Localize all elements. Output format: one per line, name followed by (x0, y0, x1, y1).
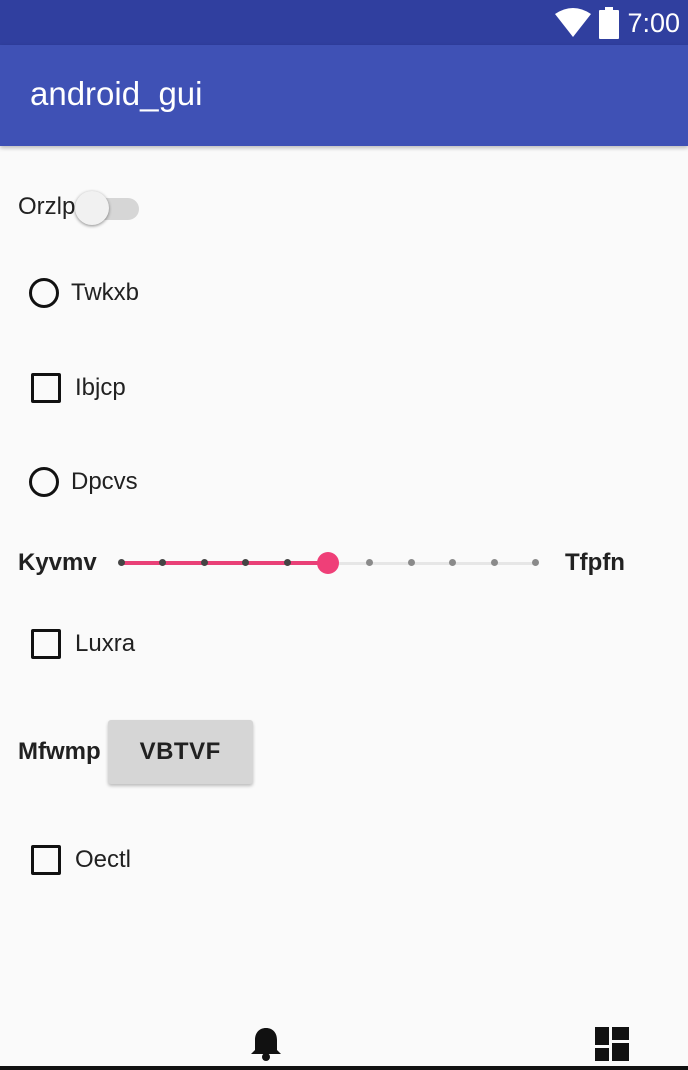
seek-bar[interactable] (118, 552, 539, 574)
checkbox-label: Oectl (75, 846, 132, 873)
slider-max-label: Tfpfn (565, 549, 625, 576)
status-bar: 7:00 (0, 0, 688, 45)
navigation-bar-edge (0, 1066, 688, 1070)
checkbox[interactable] (31, 629, 61, 659)
button-row-label: Mfwmp (18, 738, 101, 765)
toggle-switch[interactable] (75, 188, 140, 226)
vbtvf-button[interactable]: VBTVF (107, 720, 253, 784)
radio-label: Dpcvs (71, 468, 138, 495)
slider-thumb[interactable] (317, 552, 339, 574)
bottom-navigation (0, 1020, 688, 1070)
checkbox[interactable] (31, 845, 61, 875)
slider-tick (532, 559, 539, 566)
dashboard-icon[interactable] (595, 1027, 629, 1061)
slider-tick (200, 559, 208, 566)
slider-tick (118, 559, 125, 566)
radio-button[interactable] (29, 467, 59, 497)
switch-label: Orzlp (18, 193, 76, 220)
checkbox-luxra[interactable]: Luxra (31, 629, 135, 659)
radio-label: Twkxb (71, 279, 140, 306)
content-area: Orzlp Twkxb Ibjcp Dpcvs Kyvmv Tfpfn Luxr… (0, 146, 688, 1036)
checkbox-label: Ibjcp (75, 374, 126, 401)
bell-icon[interactable] (250, 1026, 282, 1062)
slider-tick (490, 559, 498, 566)
checkbox-oectl[interactable]: Oectl (31, 845, 131, 875)
status-icons: 7:00 (555, 6, 680, 40)
radio-button[interactable] (29, 278, 59, 308)
slider-tick (283, 559, 291, 566)
app-title: android_gui (30, 75, 203, 112)
slider-tick (407, 559, 415, 566)
battery-icon (599, 7, 620, 39)
button-row: Mfwmp VBTVF (18, 720, 253, 784)
status-time: 7:00 (627, 7, 680, 38)
radio-dpcvs[interactable]: Dpcvs (29, 467, 138, 497)
checkbox-ibjcp[interactable]: Ibjcp (31, 373, 126, 403)
app-bar: android_gui (0, 45, 688, 146)
slider-fill (121, 561, 328, 565)
checkbox[interactable] (31, 373, 61, 403)
radio-twkxb[interactable]: Twkxb (29, 278, 139, 308)
slider-min-label: Kyvmv (18, 549, 97, 576)
wifi-icon (555, 8, 592, 37)
switch-row: Orzlp (18, 188, 140, 226)
checkbox-label: Luxra (75, 630, 136, 657)
